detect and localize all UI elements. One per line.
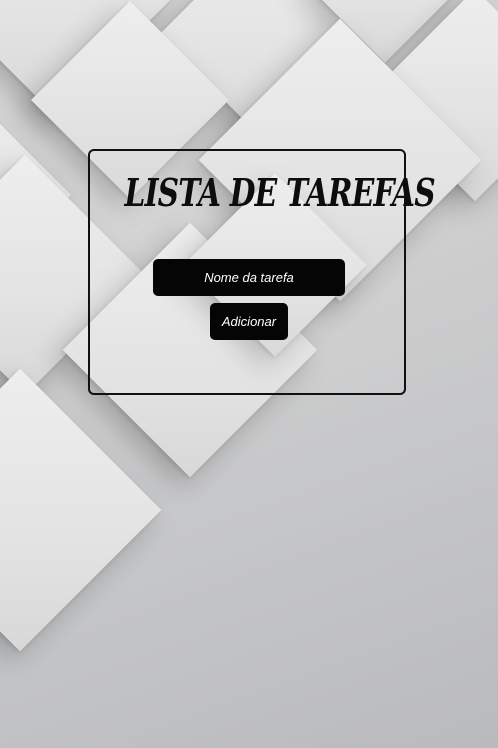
task-name-input[interactable] [153, 259, 345, 296]
task-panel: LISTA DE TAREFAS Adicionar [88, 149, 436, 395]
page-title: LISTA DE TAREFAS [124, 170, 436, 215]
add-task-button[interactable]: Adicionar [210, 303, 288, 340]
